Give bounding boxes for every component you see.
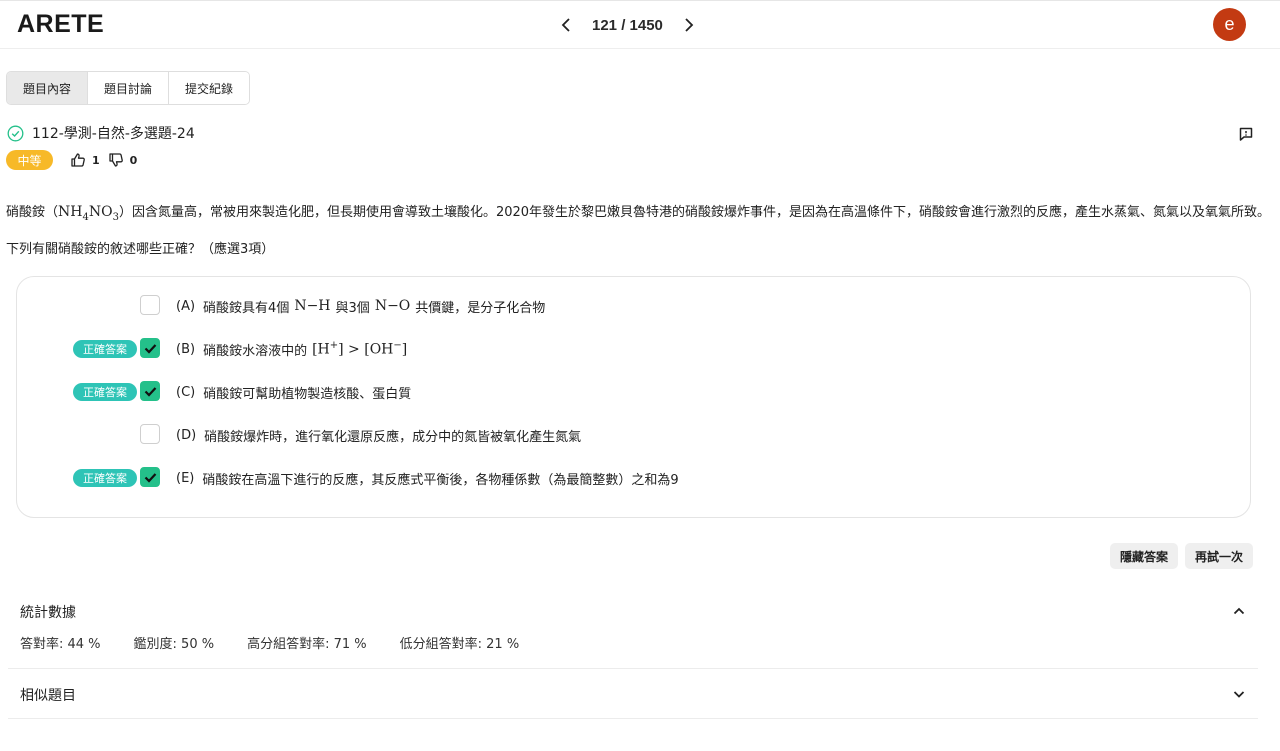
checkmark-icon — [144, 472, 156, 483]
option-d-checkbox[interactable] — [140, 424, 160, 444]
question-counter: 121 / 1450 — [592, 16, 663, 34]
formula-nh4no3: NH4NO3 — [58, 204, 119, 223]
option-c-part1: 硝酸銨可幫助植物製造核酸、蛋白質 — [203, 386, 412, 402]
stat-high-group: 高分組答對率: 71 % — [247, 637, 367, 652]
stat-low-group: 低分組答對率: 21 % — [399, 637, 520, 652]
option-letter: (D) — [176, 427, 197, 443]
divider — [8, 718, 1258, 719]
stat-correct-rate: 答對率: 44 % — [20, 637, 101, 652]
thumbs-up-icon[interactable] — [70, 152, 86, 168]
option-d[interactable]: (D) 硝酸銨爆炸時，進行氧化還原反應，成分中的氮皆被氧化產生氮氣 — [17, 424, 1250, 446]
divider — [8, 668, 1258, 669]
next-question-button[interactable] — [679, 11, 699, 39]
correct-answer-badge: 正確答案 — [73, 340, 137, 358]
correct-answer-badge: 正確答案 — [73, 383, 137, 401]
option-a-text: (A) 硝酸銨具有4個 N−H 與3個 N−O 共價鍵，是分子化合物 — [176, 295, 545, 317]
question-stem: 硝酸銨（NH4NO3）因含氮量高，常被用來製造化肥，但長期使用會導致土壤酸化。2… — [6, 196, 1272, 266]
formula-h-gt-oh: [H+] > [OH−] — [312, 340, 408, 358]
checkmark-icon — [144, 343, 156, 354]
option-letter: (B) — [176, 341, 196, 357]
stem-prefix: 硝酸銨（ — [6, 205, 59, 220]
stats-row: 答對率: 44 % 鑑別度: 50 % 高分組答對率: 71 % 低分組答對率:… — [20, 633, 552, 652]
option-a-part2: 與3個 — [335, 300, 370, 316]
options-card: (A) 硝酸銨具有4個 N−H 與3個 N−O 共價鍵，是分子化合物 正確答案 … — [16, 276, 1251, 518]
correct-answer-badge: 正確答案 — [73, 469, 137, 487]
similar-panel-title[interactable]: 相似題目 — [20, 685, 76, 705]
dislike-count: 0 — [129, 153, 138, 167]
option-letter: (A) — [176, 298, 196, 314]
option-c[interactable]: 正確答案 (C) 硝酸銨可幫助植物製造核酸、蛋白質 — [17, 381, 1250, 403]
like-count: 1 — [92, 153, 100, 167]
option-b-text: (B) 硝酸銨水溶液中的 [H+] > [OH−] — [176, 338, 407, 360]
tab-submissions[interactable]: 提交紀錄 — [169, 72, 249, 104]
stats-panel-title[interactable]: 統計數據 — [20, 602, 76, 622]
option-a-part1: 硝酸銨具有4個 — [203, 300, 290, 316]
difficulty-badge: 中等 — [6, 150, 53, 170]
hide-answer-button[interactable]: 隱藏答案 — [1110, 543, 1178, 569]
stats-panel: 統計數據 答對率: 44 % 鑑別度: 50 % 高分組答對率: 71 % 低分… — [8, 590, 1258, 668]
option-e-part1: 硝酸銨在高溫下進行的反應，其反應式平衡後，各物種係數（為最簡整數）之和為9 — [202, 472, 679, 488]
content-tabs: 題目內容 題目討論 提交紀錄 — [6, 71, 250, 105]
option-e[interactable]: 正確答案 (E) 硝酸銨在高溫下進行的反應，其反應式平衡後，各物種係數（為最簡整… — [17, 467, 1250, 489]
thumbs-down-icon[interactable] — [108, 152, 124, 168]
tab-discussion[interactable]: 題目討論 — [88, 72, 169, 104]
logo[interactable]: ARETE — [17, 10, 104, 39]
formula-n-o: N−O — [374, 298, 411, 314]
question-title: 112-學測-自然-多選題-24 — [7, 124, 195, 142]
similar-panel: 相似題目 — [8, 670, 1258, 718]
top-bar: ARETE 121 / 1450 e — [0, 1, 1280, 49]
option-a-checkbox[interactable] — [140, 295, 160, 315]
retry-button[interactable]: 再試一次 — [1185, 543, 1253, 569]
option-c-checkbox[interactable] — [140, 381, 160, 401]
option-e-checkbox[interactable] — [140, 467, 160, 487]
option-letter: (C) — [176, 384, 196, 400]
check-circle-icon — [7, 125, 24, 141]
prev-question-button[interactable] — [556, 11, 576, 39]
checkmark-icon — [144, 386, 156, 397]
chevron-down-icon[interactable] — [1231, 686, 1247, 702]
chevron-right-icon — [685, 18, 694, 32]
user-avatar[interactable]: e — [1213, 8, 1246, 41]
option-e-text: (E) 硝酸銨在高溫下進行的反應，其反應式平衡後，各物種係數（為最簡整數）之和為… — [176, 467, 679, 489]
votes: 1 0 — [70, 151, 145, 169]
formula-n-h: N−H — [294, 298, 331, 314]
question-title-text: 112-學測-自然-多選題-24 — [32, 126, 195, 142]
option-a-part3: 共價鍵，是分子化合物 — [415, 300, 546, 316]
option-letter: (E) — [176, 470, 195, 486]
option-b-part1: 硝酸銨水溶液中的 — [203, 343, 308, 359]
option-d-text: (D) 硝酸銨爆炸時，進行氧化還原反應，成分中的氮皆被氧化產生氮氣 — [176, 424, 581, 446]
option-b[interactable]: 正確答案 (B) 硝酸銨水溶液中的 [H+] > [OH−] — [17, 338, 1250, 360]
chevron-up-icon[interactable] — [1231, 603, 1247, 619]
stem-text: ）因含氮量高，常被用來製造化肥，但長期使用會導致土壤酸化。2020年發生於黎巴嫩… — [6, 205, 1271, 257]
option-c-text: (C) 硝酸銨可幫助植物製造核酸、蛋白質 — [176, 381, 411, 403]
comment-icon[interactable] — [1238, 126, 1254, 142]
tab-question-content[interactable]: 題目內容 — [7, 72, 88, 104]
option-b-checkbox[interactable] — [140, 338, 160, 358]
option-a[interactable]: (A) 硝酸銨具有4個 N−H 與3個 N−O 共價鍵，是分子化合物 — [17, 295, 1250, 317]
chevron-left-icon — [561, 18, 570, 32]
stat-discrimination: 鑑別度: 50 % — [133, 637, 215, 652]
option-d-part1: 硝酸銨爆炸時，進行氧化還原反應，成分中的氮皆被氧化產生氮氣 — [204, 429, 582, 445]
question-pager: 121 / 1450 — [556, 11, 699, 39]
